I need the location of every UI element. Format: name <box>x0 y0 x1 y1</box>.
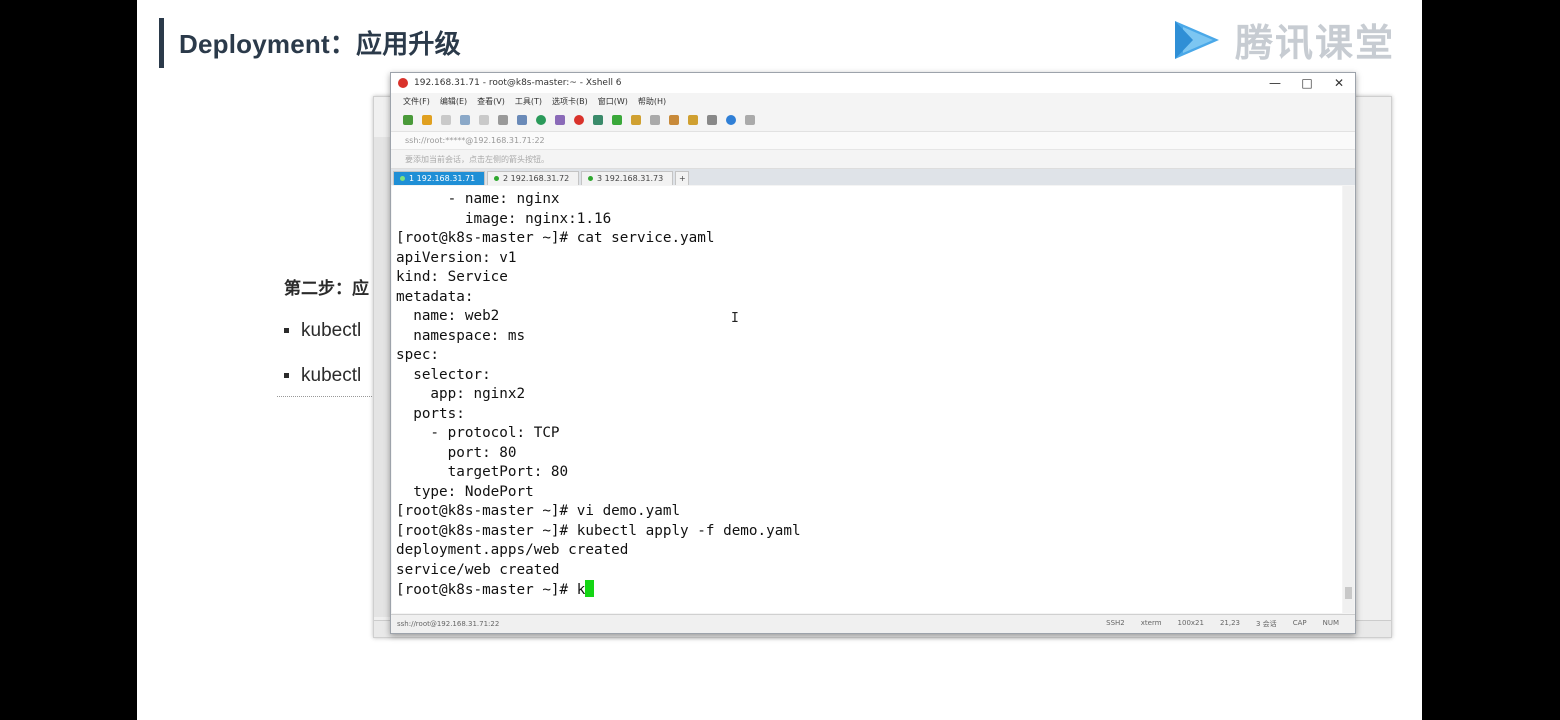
dotted-divider <box>277 396 372 397</box>
address-bar[interactable]: ssh://root:*****@192.168.31.71:22 <box>391 132 1355 150</box>
menu-window[interactable]: 窗口(W) <box>598 96 628 107</box>
text-cursor-icon: I <box>731 311 739 326</box>
paste-icon[interactable] <box>479 115 489 125</box>
connected-icon <box>400 176 405 181</box>
menu-edit[interactable]: 编辑(E) <box>440 96 467 107</box>
menu-tools[interactable]: 工具(T) <box>515 96 542 107</box>
disconnect-icon[interactable] <box>441 115 451 125</box>
terminal-cursor <box>585 580 595 597</box>
font-icon[interactable] <box>555 115 565 125</box>
maximize-button[interactable]: □ <box>1291 76 1323 90</box>
logo-text: 腾讯课堂 <box>1235 21 1396 65</box>
status-sessions: 3 会话 <box>1256 620 1277 628</box>
terminal-line: [root@k8s-master ~]# k <box>396 582 586 598</box>
terminal-line: service/web created <box>396 561 560 578</box>
terminal-line: deployment.apps/web created <box>396 542 629 558</box>
close-button[interactable]: ✕ <box>1323 76 1355 90</box>
menu-view[interactable]: 查看(V) <box>477 96 505 107</box>
bullet-item: kubectl <box>284 365 361 387</box>
terminal-line: spec: <box>396 347 440 363</box>
xftp-icon[interactable] <box>574 115 584 125</box>
keyboard-icon[interactable] <box>650 115 660 125</box>
lock-icon[interactable] <box>631 115 641 125</box>
session-manager-icon[interactable] <box>688 115 698 125</box>
terminal-line: port: 80 <box>396 444 517 461</box>
menu-tab[interactable]: 选项卡(B) <box>552 96 588 107</box>
terminal-line: selector: <box>396 366 491 383</box>
tab-session-1[interactable]: 1 192.168.31.71 <box>393 171 485 185</box>
minimize-button[interactable]: — <box>1259 76 1291 90</box>
tab-label: 2 192.168.31.72 <box>503 174 570 183</box>
tab-session-2[interactable]: 2 192.168.31.72 <box>487 171 579 185</box>
terminal-line: [root@k8s-master ~]# vi demo.yaml <box>396 503 681 519</box>
bullet-item: kubectl <box>284 320 361 342</box>
search-icon[interactable] <box>498 115 508 125</box>
title-accent-bar <box>159 18 164 68</box>
toolbar <box>391 109 1355 132</box>
status-connection: ssh://root@192.168.31.71:22 <box>397 620 500 628</box>
bullet-text: kubectl <box>301 320 362 341</box>
session-tabs: 1 192.168.31.71 2 192.168.31.72 3 192.16… <box>391 169 1355 185</box>
terminal-line: [root@k8s-master ~]# cat service.yaml <box>396 230 715 246</box>
terminal-line: namespace: ms <box>396 327 526 344</box>
menu-help[interactable]: 帮助(H) <box>638 96 666 107</box>
bullet-dot-icon <box>284 328 289 334</box>
terminal-line: image: nginx:1.16 <box>396 210 612 227</box>
window-titlebar[interactable]: 192.168.31.71 - root@k8s-master:~ - Xshe… <box>391 73 1355 93</box>
menu-file[interactable]: 文件(F) <box>403 96 430 107</box>
window-title: 192.168.31.71 - root@k8s-master:~ - Xshe… <box>414 78 622 88</box>
window-controls: — □ ✕ <box>1259 76 1355 90</box>
terminal-line: name: web2 <box>396 308 500 324</box>
transfer-icon[interactable] <box>593 115 603 125</box>
connected-icon <box>588 176 593 181</box>
vertical-scrollbar[interactable] <box>1343 186 1354 613</box>
xshell-app-icon <box>398 78 408 88</box>
open-folder-icon[interactable] <box>422 115 432 125</box>
scrollbar-thumb[interactable] <box>1345 587 1352 599</box>
terminal-line: targetPort: 80 <box>396 464 569 480</box>
terminal-line: metadata: <box>396 288 474 305</box>
terminal-line: apiVersion: v1 <box>396 249 517 266</box>
status-caps: CAP <box>1292 619 1307 627</box>
menu-bar: 文件(F) 编辑(E) 查看(V) 工具(T) 选项卡(B) 窗口(W) 帮助(… <box>391 93 1355 109</box>
terminal-line: - name: nginx <box>396 191 560 207</box>
help-icon[interactable] <box>726 115 736 125</box>
status-terminal: xterm <box>1140 619 1162 627</box>
copy-icon[interactable] <box>460 115 470 125</box>
status-num: NUM <box>1322 619 1339 627</box>
bullet-text: kubectl <box>301 365 362 386</box>
status-size: 100x21 <box>1177 619 1204 627</box>
terminal-line: kind: Service <box>396 269 508 285</box>
tab-label: 1 192.168.31.71 <box>409 174 476 183</box>
connected-icon <box>494 176 499 181</box>
tab-session-3[interactable]: 3 192.168.31.73 <box>581 171 673 185</box>
status-position: 21,23 <box>1219 619 1240 627</box>
play-logo-icon <box>1169 15 1227 65</box>
layout-icon[interactable] <box>707 115 717 125</box>
xshell-window[interactable]: 192.168.31.71 - root@k8s-master:~ - Xshe… <box>390 72 1356 634</box>
slide-title: Deployment：应用升级 <box>179 29 461 59</box>
terminal-output[interactable]: - name: nginx image: nginx:1.16 [root@k8… <box>392 186 1342 601</box>
terminal-line: - protocol: TCP <box>396 425 560 441</box>
terminal-line: type: NodePort <box>396 483 534 500</box>
status-protocol: SSH2 <box>1106 619 1125 627</box>
terminal-line: [root@k8s-master ~]# kubectl apply -f de… <box>396 522 801 539</box>
status-bar: ssh://root@192.168.31.71:22 SSH2 xterm 1… <box>391 614 1355 633</box>
terminal-line: app: nginx2 <box>396 386 526 402</box>
tab-label: 3 192.168.31.73 <box>597 174 664 183</box>
add-tab-button[interactable]: + <box>675 171 689 185</box>
resize-icon[interactable] <box>612 115 622 125</box>
globe-icon[interactable] <box>536 115 546 125</box>
new-session-icon[interactable] <box>403 115 413 125</box>
terminal-line: ports: <box>396 405 465 422</box>
bullet-dot-icon <box>284 373 289 379</box>
script-icon[interactable] <box>669 115 679 125</box>
session-hint: 要添加当前会话，点击左侧的箭头按钮。 <box>391 150 1355 169</box>
step-title: 第二步：应 <box>284 279 369 299</box>
terminal[interactable]: - name: nginx image: nginx:1.16 [root@k8… <box>392 186 1342 613</box>
tencent-classroom-logo: 腾讯课堂 <box>1169 12 1395 67</box>
fullscreen-icon[interactable] <box>517 115 527 125</box>
chat-icon[interactable] <box>745 115 755 125</box>
